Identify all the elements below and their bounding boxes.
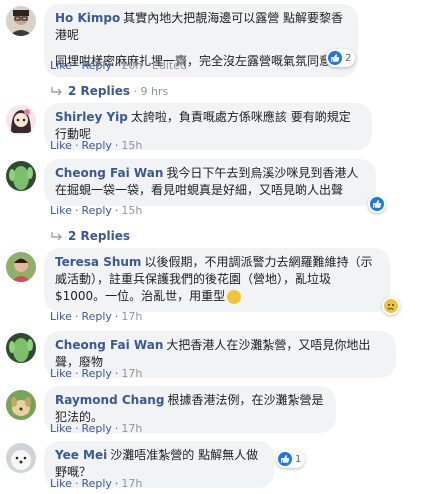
commenter-name[interactable]: Teresa Shum [55,255,141,269]
cactus-avatar-icon [6,333,36,363]
view-replies[interactable]: 2 Replies · 9 hrs [50,84,168,98]
edited-label: Edited [151,59,187,72]
reaction-count[interactable] [368,195,386,213]
replies-count-label[interactable]: 2 Replies [68,229,130,243]
reply-link[interactable]: Reply [81,477,111,490]
commenter-name[interactable]: Yee Mei [55,448,107,462]
anime-girl-avatar-icon [6,105,36,135]
commenter-name[interactable]: Cheong Fai Wan [55,166,163,180]
sad-reaction-icon [384,299,398,313]
reply-link[interactable]: Reply [81,310,111,323]
timestamp[interactable]: 17h [121,310,142,323]
comment-actions: Like · Reply · 17h [50,477,143,490]
comment-actions: Like · Reply · 15h [50,204,143,217]
timestamp[interactable]: 17h [121,367,142,380]
avatar[interactable] [6,6,36,36]
view-replies[interactable]: 2 Replies [50,229,130,243]
reply-link[interactable]: Reply [81,59,111,72]
like-link[interactable]: Like [50,59,72,72]
comment-actions: Like · Reply · 15h [50,139,143,152]
cactus-avatar-icon [6,161,36,191]
reply-link[interactable]: Reply [81,422,111,435]
child-photo-avatar-icon [6,252,36,282]
timestamp[interactable]: 15h [121,204,142,217]
reply-link[interactable]: Reply [81,139,111,152]
comment-bubble: Cheong Fai Wan 我今日下午去到烏溪沙咪見到香港人在掘蜆一袋一袋，看見… [44,159,376,206]
like-link[interactable]: Like [50,204,72,217]
comment-bubble: Teresa Shum 以後假期，不用調派警力去網羅難維持（示威活動），註重兵保護… [44,248,390,312]
reply-link[interactable]: Reply [81,204,111,217]
timestamp[interactable]: 20h [121,59,142,72]
reaction-count[interactable]: 2 [326,49,356,67]
commenter-name[interactable]: Cheong Fai Wan [55,338,163,352]
sad-emoji-icon [227,289,242,304]
timestamp[interactable]: 17h [121,477,142,490]
like-reaction-icon [328,51,342,65]
timestamp[interactable]: 17h [121,422,142,435]
commenter-name[interactable]: Ho Kimpo [55,11,120,25]
reply-arrow-icon [51,86,62,95]
white-dog-avatar-icon [6,443,36,473]
like-reaction-icon [278,452,292,466]
dog-photo-avatar-icon [6,390,36,420]
commenter-name[interactable]: Shirley Yip [55,110,128,124]
avatar[interactable] [6,252,36,282]
like-link[interactable]: Like [50,310,72,323]
like-link[interactable]: Like [50,367,72,380]
reaction-count[interactable] [382,297,400,315]
like-link[interactable]: Like [50,422,72,435]
like-link[interactable]: Like [50,139,72,152]
avatar[interactable] [6,390,36,420]
avatar[interactable] [6,161,36,191]
comment-actions: Like · Reply · 17h [50,422,143,435]
avatar[interactable] [6,105,36,135]
reaction-number: 2 [345,52,352,64]
comment-actions: Like · Reply · 17h [50,310,143,323]
reply-link[interactable]: Reply [81,367,111,380]
like-reaction-icon [370,197,384,211]
person-glasses-avatar-icon [6,6,36,36]
avatar[interactable] [6,443,36,473]
like-link[interactable]: Like [50,477,72,490]
comment-actions: Like · Reply · 20h · Edited [50,59,187,72]
avatar[interactable] [6,333,36,363]
comment-actions: Like · Reply · 17h [50,367,143,380]
reaction-count[interactable]: 1 [276,450,306,468]
commenter-name[interactable]: Raymond Chang [55,393,164,407]
reply-arrow-icon [51,231,62,240]
replies-count-label[interactable]: 2 Replies [68,84,130,98]
replies-time: 9 hrs [140,85,169,98]
timestamp[interactable]: 15h [121,139,142,152]
reaction-number: 1 [295,453,302,465]
